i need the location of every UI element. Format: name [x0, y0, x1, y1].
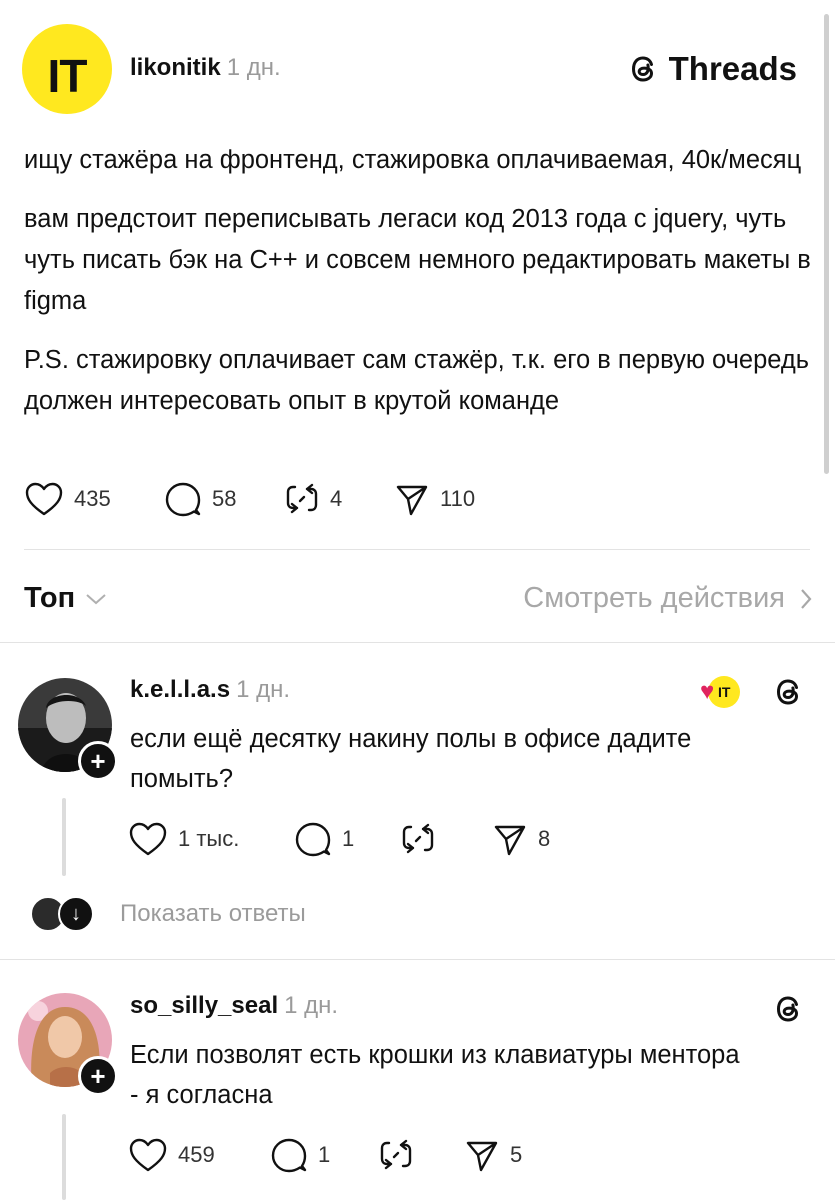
- comment-count: 1: [318, 1142, 331, 1167]
- comment-count: 58: [212, 486, 237, 511]
- heart-icon: [129, 822, 167, 856]
- view-activity-label: Смотреть действия: [523, 582, 785, 614]
- share-button[interactable]: 8: [492, 821, 572, 857]
- send-icon: [494, 825, 526, 856]
- red-heart-icon: ♥: [700, 678, 715, 705]
- threads-logo-icon[interactable]: [772, 675, 806, 709]
- threads-logo-icon: [631, 56, 653, 82]
- like-count: 459: [178, 1142, 215, 1167]
- scrollbar[interactable]: [824, 14, 829, 474]
- comment-author[interactable]: k.e.l.l.a.s: [130, 676, 230, 703]
- post-body: ищу стажёра на фронтенд, стажировка опла…: [24, 140, 814, 440]
- comment-time: 1 дн.: [284, 992, 339, 1019]
- divider: [24, 549, 810, 550]
- chevron-right-icon: [801, 588, 812, 609]
- repost-icon: [402, 823, 434, 854]
- view-activity-link[interactable]: Смотреть действия: [523, 582, 813, 615]
- thread-line: [62, 1114, 66, 1200]
- show-replies-button[interactable]: ↓ Показать ответы: [30, 896, 306, 932]
- plus-icon: +: [90, 746, 106, 776]
- like-button[interactable]: 435: [24, 480, 164, 518]
- like-count: 435: [74, 486, 111, 511]
- comment-button[interactable]: 1: [294, 820, 400, 858]
- share-button[interactable]: 110: [394, 481, 514, 517]
- send-icon: [466, 1141, 498, 1172]
- avatar-text: IT: [47, 50, 88, 102]
- threads-brand-label: Threads: [668, 50, 797, 87]
- sort-label: Топ: [24, 582, 76, 614]
- post-paragraph: вам предстоит переписывать легаси код 20…: [24, 205, 811, 315]
- comment-time: 1 дн.: [236, 676, 291, 703]
- repost-button[interactable]: 4: [284, 481, 394, 517]
- post-paragraph: ищу стажёра на фронтенд, стажировка опла…: [24, 146, 802, 174]
- share-button[interactable]: 5: [464, 1137, 544, 1173]
- thread-line: [62, 798, 66, 876]
- post-time: 1 дн.: [226, 54, 281, 81]
- follow-plus-button[interactable]: +: [78, 741, 118, 781]
- comment-actions: 1 тыс. 1 8: [128, 820, 572, 858]
- author-line: likonitik 1 дн.: [130, 54, 281, 82]
- comment-header: k.e.l.l.a.s 1 дн.: [130, 676, 290, 704]
- divider: [0, 642, 835, 643]
- plus-icon: +: [90, 1061, 106, 1091]
- follow-plus-button[interactable]: +: [78, 1056, 118, 1096]
- comment-actions: 459 1 5: [128, 1136, 544, 1174]
- comment-author[interactable]: so_silly_seal: [130, 992, 278, 1019]
- comment-text: если ещё десятку накину полы в офисе дад…: [130, 725, 692, 793]
- threads-brand[interactable]: Threads: [627, 50, 797, 88]
- comment-button[interactable]: 58: [164, 480, 284, 518]
- sort-bar: Топ Смотреть действия: [0, 560, 835, 640]
- comment-header: so_silly_seal 1 дн.: [130, 992, 338, 1020]
- like-button[interactable]: 1 тыс.: [128, 820, 294, 858]
- share-count: 8: [538, 826, 551, 851]
- post-paragraph: P.S. стажировку оплачивает сам стажёр, т…: [24, 346, 810, 415]
- post-actions: 435 58 4 110: [24, 480, 514, 518]
- author-name[interactable]: likonitik: [130, 54, 221, 81]
- repost-icon: [380, 1139, 412, 1170]
- comment-bubble-icon: [295, 822, 331, 857]
- comment-bubble-icon: [271, 1138, 307, 1173]
- liked-by-author-badge: ♥ IT: [700, 676, 741, 708]
- author-avatar[interactable]: IT: [22, 24, 112, 114]
- heart-icon: [25, 482, 63, 516]
- comment-bubble-icon: [165, 482, 201, 517]
- heart-icon: [129, 1138, 167, 1172]
- comment-text: Если позволят есть крошки из клавиатуры …: [130, 1041, 740, 1109]
- share-count: 110: [440, 486, 476, 511]
- like-count: 1 тыс.: [178, 826, 240, 851]
- share-count: 5: [510, 1142, 523, 1167]
- threads-logo-icon[interactable]: [772, 992, 806, 1026]
- chevron-down-icon: [86, 593, 106, 604]
- comment-button[interactable]: 1: [270, 1136, 378, 1174]
- divider: [0, 959, 835, 960]
- like-button[interactable]: 459: [128, 1136, 270, 1174]
- repost-button[interactable]: [400, 821, 492, 857]
- send-icon: [396, 485, 428, 516]
- sort-dropdown[interactable]: Топ: [24, 582, 107, 615]
- repost-icon: [286, 483, 318, 514]
- comment-count: 1: [342, 826, 355, 851]
- show-replies-label: Показать ответы: [120, 900, 306, 927]
- repost-count: 4: [330, 486, 343, 511]
- repost-button[interactable]: [378, 1137, 464, 1173]
- arrow-down-icon: ↓: [58, 896, 94, 932]
